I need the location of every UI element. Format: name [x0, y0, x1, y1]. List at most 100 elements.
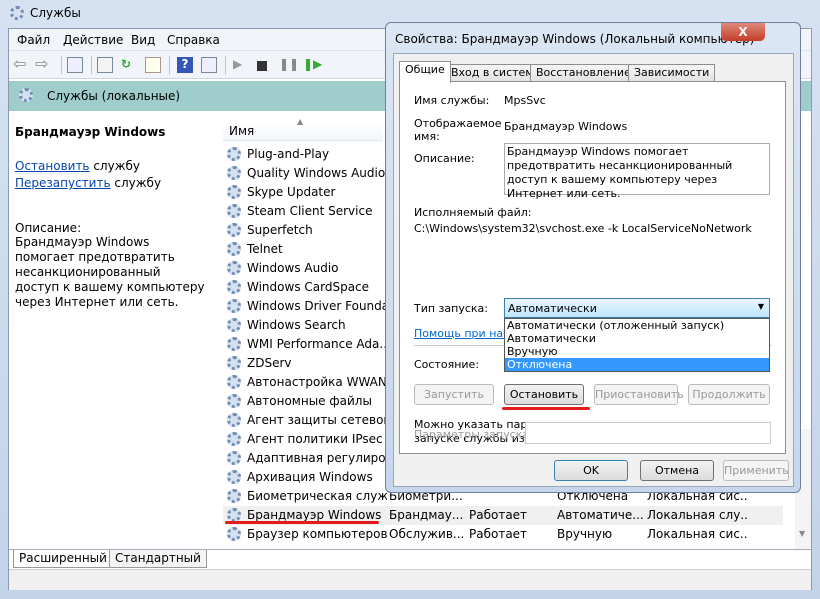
stop-button[interactable]: Остановить [504, 384, 584, 405]
services-icon [10, 6, 24, 20]
pause-button[interactable]: Приостановить [594, 384, 684, 405]
service-gear-icon [227, 280, 241, 294]
tab-recovery[interactable]: Восстановление [530, 64, 637, 82]
status-bar [9, 569, 811, 590]
service-gear-icon [227, 261, 241, 275]
menu-file[interactable]: Файл [17, 33, 50, 47]
service-name: Архивация Windows [247, 470, 373, 484]
service-gear-icon [227, 451, 241, 465]
tab-standard[interactable]: Стандартный [109, 550, 207, 568]
service-name: Windows Search [247, 318, 346, 332]
start-params-label: Параметры запуска: [414, 428, 533, 441]
service-name: Quality Windows Audio... [247, 166, 387, 180]
service-desc: Брандмау... [389, 508, 464, 522]
service-startup: Вручную [557, 527, 613, 541]
tab-general[interactable]: Общие [399, 61, 451, 83]
state-label: Состояние: [414, 358, 480, 371]
menu-view[interactable]: Вид [131, 33, 155, 47]
service-desc: Обслужив... [389, 527, 465, 541]
service-name: Автонастройка WWAN [247, 375, 387, 389]
service-logon: Локальная слу... [647, 508, 747, 522]
service-gear-icon [227, 166, 241, 180]
description-value: Брандмауэр Windows помогает предотвратит… [507, 145, 733, 200]
restart-icon[interactable]: ❚▶ [303, 57, 322, 73]
option-disabled[interactable]: Отключена [505, 358, 769, 371]
console-tree-icon[interactable] [67, 57, 83, 73]
service-gear-icon [227, 223, 241, 237]
forward-icon[interactable]: ⇨ [35, 54, 51, 73]
service-gear-icon [227, 394, 241, 408]
tab-dependencies[interactable]: Зависимости [628, 64, 716, 82]
service-name: Windows CardSpace [247, 280, 370, 294]
service-row[interactable]: Браузер компьютеров Обслужив... Работает Вр… [223, 525, 783, 544]
stop-service-link[interactable]: Остановить [15, 159, 90, 173]
tab-extended[interactable]: Расширенный [13, 550, 113, 568]
properties-dialog: Свойства: Брандмауэр Windows (Локальный … [385, 22, 801, 493]
help-configure-link[interactable]: Помощь при наст [414, 327, 516, 340]
service-gear-icon [227, 185, 241, 199]
stop-icon[interactable] [257, 61, 267, 71]
service-gear-icon [227, 147, 241, 161]
startup-type-label: Тип запуска: [414, 302, 488, 315]
service-name: Агент политики IPsec [247, 432, 383, 446]
sort-ascending-icon: ▲ [297, 117, 304, 126]
help-icon[interactable]: ? [177, 57, 193, 73]
service-gear-icon [227, 318, 241, 332]
resume-button[interactable]: Продолжить [688, 384, 770, 405]
play-icon[interactable]: ▶ [233, 57, 249, 73]
export-icon[interactable] [145, 57, 161, 73]
service-name: Skype Updater [247, 185, 336, 199]
service-name: Windows Driver Founda... [247, 299, 387, 313]
option-auto-delayed[interactable]: Автоматически (отложенный запуск) [505, 319, 769, 332]
dialog-title: Свойства: Брандмауэр Windows (Локальный … [395, 32, 755, 46]
option-auto[interactable]: Автоматически [505, 332, 769, 345]
service-name: Адаптивная регулиров... [247, 451, 387, 465]
service-name: WMI Performance Ada... [247, 337, 387, 351]
service-status: Работает [469, 527, 528, 541]
service-gear-icon [227, 204, 241, 218]
service-name: Plug-and-Play [247, 147, 330, 161]
column-header-name[interactable]: Имя ▲ [223, 117, 383, 141]
close-button[interactable]: X [721, 23, 765, 41]
chevron-down-icon: ▼ [757, 302, 764, 311]
back-icon[interactable]: ⇦ [13, 54, 29, 73]
start-button[interactable]: Запустить [414, 384, 494, 405]
service-gear-icon [227, 242, 241, 256]
service-gear-icon [227, 470, 241, 484]
startup-type-dropdown: Автоматически (отложенный запуск) Автома… [504, 318, 770, 372]
start-params-input[interactable] [525, 422, 771, 444]
selected-service-title: Брандмауэр Windows [15, 125, 166, 139]
description-pane: Брандмауэр Windows Остановить службу Пер… [9, 111, 221, 551]
ok-button[interactable]: OK [554, 460, 628, 481]
service-gear-icon [227, 508, 241, 522]
service-gear-icon [227, 299, 241, 313]
service-name-value: MpsSvc [504, 94, 546, 107]
description-textbox[interactable]: Брандмауэр Windows помогает предотвратит… [504, 143, 770, 200]
menu-help[interactable]: Справка [167, 33, 220, 47]
menu-action[interactable]: Действие [63, 33, 123, 47]
service-startup: Автоматиче... [557, 508, 643, 522]
service-gear-icon [227, 413, 241, 427]
pause-icon[interactable]: ❚❚ [279, 57, 299, 73]
option-manual[interactable]: Вручную [505, 345, 769, 358]
cancel-button[interactable]: Отмена [640, 460, 714, 481]
display-name-label: Отображаемое имя: [414, 117, 502, 143]
description-label: Описание: [15, 221, 82, 235]
action-pane-icon[interactable] [201, 57, 217, 73]
service-name: Windows Audio [247, 261, 339, 275]
scope-title: Службы (локальные) [47, 89, 181, 103]
executable-path: C:\Windows\system32\svchost.exe -k Local… [414, 222, 752, 235]
service-name: ZDServ [247, 356, 292, 370]
service-name: Биометрическая служ... [247, 489, 387, 503]
refresh-icon[interactable]: ↻ [121, 57, 137, 73]
service-gear-icon [227, 527, 241, 541]
properties-icon[interactable] [97, 57, 113, 73]
executable-label: Исполняемый файл: [414, 206, 532, 219]
service-name: Агент защиты сетевог... [247, 413, 387, 427]
restart-service-link[interactable]: Перезапустить [15, 176, 111, 190]
apply-button[interactable]: Применить [723, 460, 789, 481]
startup-type-select[interactable]: Автоматически ▼ [504, 298, 770, 318]
service-gear-icon [227, 337, 241, 351]
service-name: Superfetch [247, 223, 313, 237]
description-label: Описание: [414, 152, 475, 165]
